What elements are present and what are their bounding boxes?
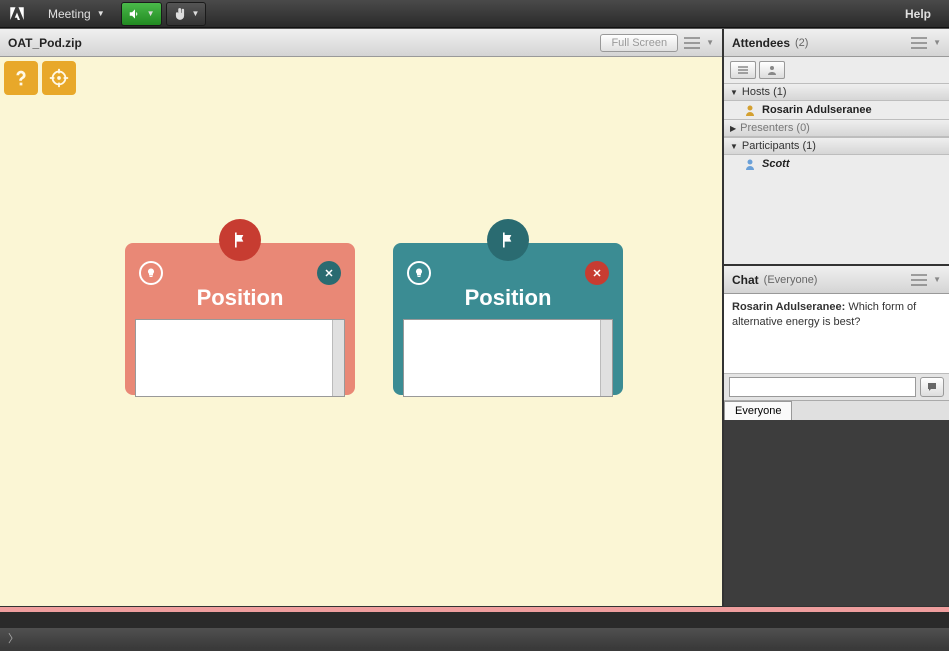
help-label: Help xyxy=(905,7,931,21)
attendees-body: ▼ Hosts (1) Rosarin Adulseranee ▶ Presen… xyxy=(724,57,949,264)
card-textarea-teal[interactable] xyxy=(403,319,613,397)
chevron-right-icon: ▶ xyxy=(730,124,736,133)
pod-menu-caret[interactable]: ▼ xyxy=(933,275,941,284)
flag-icon xyxy=(498,230,518,250)
participants-label: Participants (1) xyxy=(742,140,816,152)
chat-send-button[interactable] xyxy=(920,377,944,397)
close-icon xyxy=(323,267,335,279)
speech-bubble-icon xyxy=(925,381,939,393)
flag-icon xyxy=(230,230,250,250)
meeting-menu[interactable]: Meeting ▼ xyxy=(34,0,119,28)
close-icon xyxy=(591,267,603,279)
attendees-count: (2) xyxy=(795,37,808,49)
hosts-section-header[interactable]: ▼ Hosts (1) xyxy=(724,83,949,101)
flag-badge-red xyxy=(219,219,261,261)
card-title-teal: Position xyxy=(393,285,623,311)
bulb-button-teal[interactable] xyxy=(407,261,431,285)
host-icon xyxy=(744,104,756,116)
chat-input[interactable] xyxy=(729,377,916,397)
help-tool-button[interactable] xyxy=(4,61,38,95)
bulb-icon xyxy=(413,267,425,279)
chat-pod: Chat (Everyone) ▼ Rosarin Adulseranee: W… xyxy=(724,264,949,420)
share-pod-header: OAT_Pod.zip Full Screen ▼ xyxy=(0,29,722,57)
target-icon xyxy=(48,67,70,89)
share-pod-body: Position Position xyxy=(0,57,722,606)
attendee-row-host[interactable]: Rosarin Adulseranee xyxy=(724,101,949,119)
host-name: Rosarin Adulseranee xyxy=(762,104,872,116)
hosts-label: Hosts (1) xyxy=(742,86,787,98)
participant-icon xyxy=(744,158,756,170)
presenters-label: Presenters (0) xyxy=(740,122,810,134)
adobe-logo xyxy=(0,0,34,28)
bulb-button-red[interactable] xyxy=(139,261,163,285)
chat-messages: Rosarin Adulseranee: Which form of alter… xyxy=(724,294,949,373)
speaker-button[interactable]: ▼ xyxy=(121,2,162,26)
pod-options-icon[interactable] xyxy=(911,274,927,286)
fullscreen-button[interactable]: Full Screen xyxy=(600,34,678,52)
chat-pod-header: Chat (Everyone) ▼ xyxy=(724,266,949,294)
top-menu-bar: Meeting ▼ ▼ ▼ Help xyxy=(0,0,949,28)
status-prompt: 〉 xyxy=(8,630,19,646)
raise-hand-button[interactable]: ▼ xyxy=(166,2,207,26)
position-card-teal[interactable]: Position xyxy=(393,243,623,395)
position-card-red[interactable]: Position xyxy=(125,243,355,395)
right-column: Attendees (2) ▼ ▼ Hosts (1) xyxy=(724,29,949,606)
question-icon xyxy=(10,67,32,89)
bulb-icon xyxy=(145,267,157,279)
status-bar: 〉 xyxy=(0,628,949,648)
pod-options-icon[interactable] xyxy=(684,37,700,49)
share-pod: OAT_Pod.zip Full Screen ▼ xyxy=(0,29,724,606)
presenters-section-header[interactable]: ▶ Presenters (0) xyxy=(724,119,949,137)
chevron-down-icon: ▼ xyxy=(730,88,738,97)
chat-title: Chat xyxy=(732,273,759,287)
target-tool-button[interactable] xyxy=(42,61,76,95)
pod-options-icon[interactable] xyxy=(911,37,927,49)
view-status-button[interactable] xyxy=(759,61,785,79)
flag-badge-teal xyxy=(487,219,529,261)
speaker-icon xyxy=(128,7,142,21)
participants-section-header[interactable]: ▼ Participants (1) xyxy=(724,137,949,155)
attendees-pod-header: Attendees (2) ▼ xyxy=(724,29,949,57)
bottom-spacer xyxy=(0,612,949,628)
card-textarea-red[interactable] xyxy=(135,319,345,397)
workspace: OAT_Pod.zip Full Screen ▼ xyxy=(0,28,949,606)
list-icon xyxy=(737,65,749,75)
share-pod-title: OAT_Pod.zip xyxy=(8,36,82,50)
person-icon xyxy=(766,65,778,75)
close-button-teal[interactable] xyxy=(585,261,609,285)
pod-menu-caret[interactable]: ▼ xyxy=(706,38,714,47)
participant-name: Scott xyxy=(762,158,790,170)
pod-menu-caret[interactable]: ▼ xyxy=(933,38,941,47)
empty-panel xyxy=(724,420,949,606)
view-list-button[interactable] xyxy=(730,61,756,79)
chat-sender: Rosarin Adulseranee: xyxy=(732,301,848,313)
raise-hand-icon xyxy=(173,7,187,21)
scrollbar[interactable] xyxy=(332,320,344,396)
meeting-label: Meeting xyxy=(48,7,91,21)
help-menu[interactable]: Help xyxy=(887,7,949,21)
chat-tabs: Everyone xyxy=(724,400,949,420)
chat-scope: (Everyone) xyxy=(764,274,818,286)
chevron-down-icon: ▼ xyxy=(730,142,738,151)
card-title-red: Position xyxy=(125,285,355,311)
scrollbar[interactable] xyxy=(600,320,612,396)
chat-tab-everyone[interactable]: Everyone xyxy=(724,401,792,420)
close-button-red[interactable] xyxy=(317,261,341,285)
attendee-row-participant[interactable]: Scott xyxy=(724,155,949,173)
attendees-title: Attendees xyxy=(732,36,790,50)
